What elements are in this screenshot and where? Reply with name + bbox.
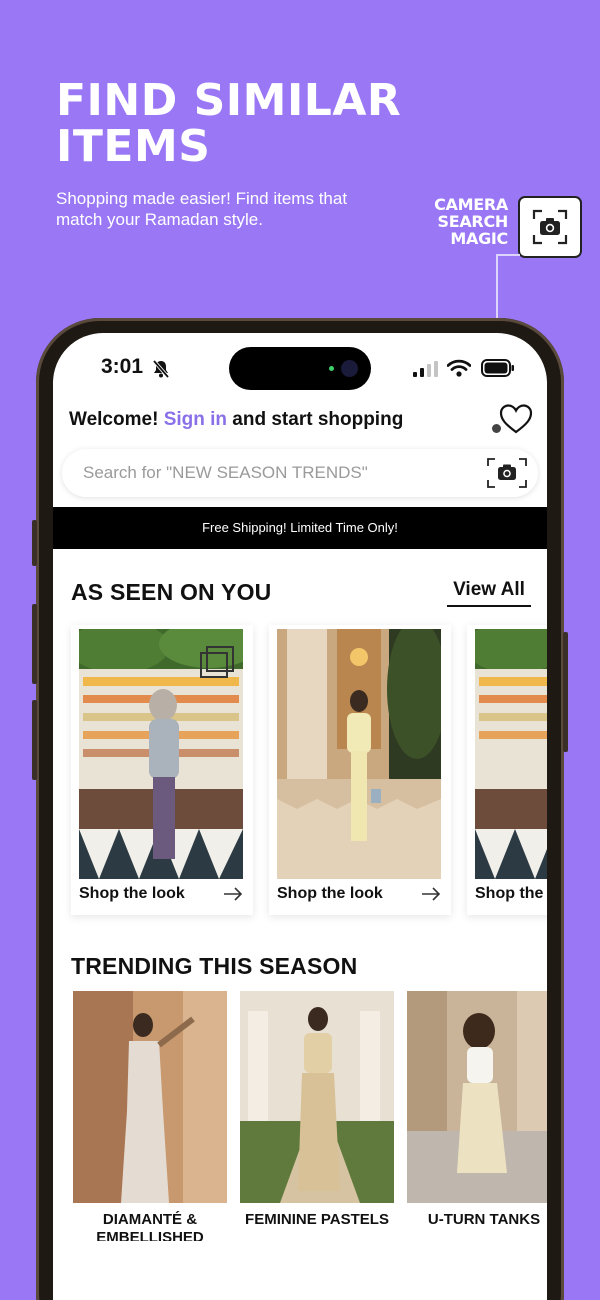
phone-side-button [32, 604, 37, 684]
phone-side-button [32, 520, 37, 566]
front-camera [341, 360, 358, 377]
promo-title: FIND SIMILAR ITEMS [56, 75, 402, 172]
camera-search-callout: CAMERA SEARCH MAGIC [434, 195, 508, 248]
bell-muted-icon [151, 359, 171, 384]
sign-in-link[interactable]: Sign in [164, 409, 227, 430]
arrow-right-icon[interactable] [421, 887, 441, 906]
trend-label[interactable]: DIAMANTÉ & EMBELLISHED [73, 1211, 227, 1241]
arrow-right-icon[interactable] [223, 887, 243, 906]
phone-side-button [563, 632, 568, 752]
battery-icon [481, 359, 515, 382]
welcome-message: Welcome! Sign in and start shopping [69, 409, 403, 431]
look-card[interactable] [269, 625, 451, 915]
shop-the-look-link[interactable]: Shop the lo [475, 885, 547, 903]
wishlist-heart-icon[interactable] [499, 403, 533, 435]
camera-indicator [329, 366, 334, 371]
look-photo[interactable] [475, 629, 547, 879]
trend-label[interactable]: FEMININE PASTELS [240, 1211, 394, 1241]
promo-subtitle: Shopping made easier! Find items that ma… [56, 189, 348, 229]
look-card[interactable] [71, 625, 253, 915]
as-seen-on-you-title: AS SEEN ON YOU [71, 579, 272, 605]
search-placeholder[interactable]: Search for "NEW SEASON TRENDS" [83, 463, 368, 483]
wifi-icon [446, 359, 472, 382]
app-screen: 3:01 Welcome! Sign in and start shopping… [53, 333, 547, 1300]
camera-search-callout-icon [518, 196, 582, 258]
view-all-link[interactable]: View All [447, 579, 531, 607]
status-time: 3:01 [101, 355, 144, 378]
trend-label[interactable]: U-TURN TANKS [407, 1211, 547, 1241]
trend-photo[interactable] [407, 991, 547, 1203]
cellular-signal-icon [413, 361, 439, 382]
welcome-prefix: Welcome! [69, 409, 159, 430]
search-bar[interactable]: Search for "NEW SEASON TRENDS" [62, 449, 538, 497]
free-shipping-banner[interactable]: Free Shipping! Limited Time Only! [53, 507, 547, 549]
trend-photo[interactable] [240, 991, 394, 1203]
shop-the-look-link[interactable]: Shop the look [277, 885, 383, 903]
look-card[interactable] [467, 625, 547, 915]
welcome-suffix: and start shopping [232, 409, 404, 430]
look-photo[interactable] [79, 629, 243, 879]
trending-this-season-title: TRENDING THIS SEASON [71, 953, 358, 979]
phone-side-button [32, 700, 37, 780]
status-bar: 3:01 [53, 333, 547, 403]
look-photo[interactable] [277, 629, 441, 879]
camera-search-icon[interactable] [486, 457, 528, 489]
callout-connector-dot [492, 424, 501, 433]
dynamic-island [229, 347, 371, 390]
trend-photo[interactable] [73, 991, 227, 1203]
shop-the-look-link[interactable]: Shop the look [79, 885, 185, 903]
